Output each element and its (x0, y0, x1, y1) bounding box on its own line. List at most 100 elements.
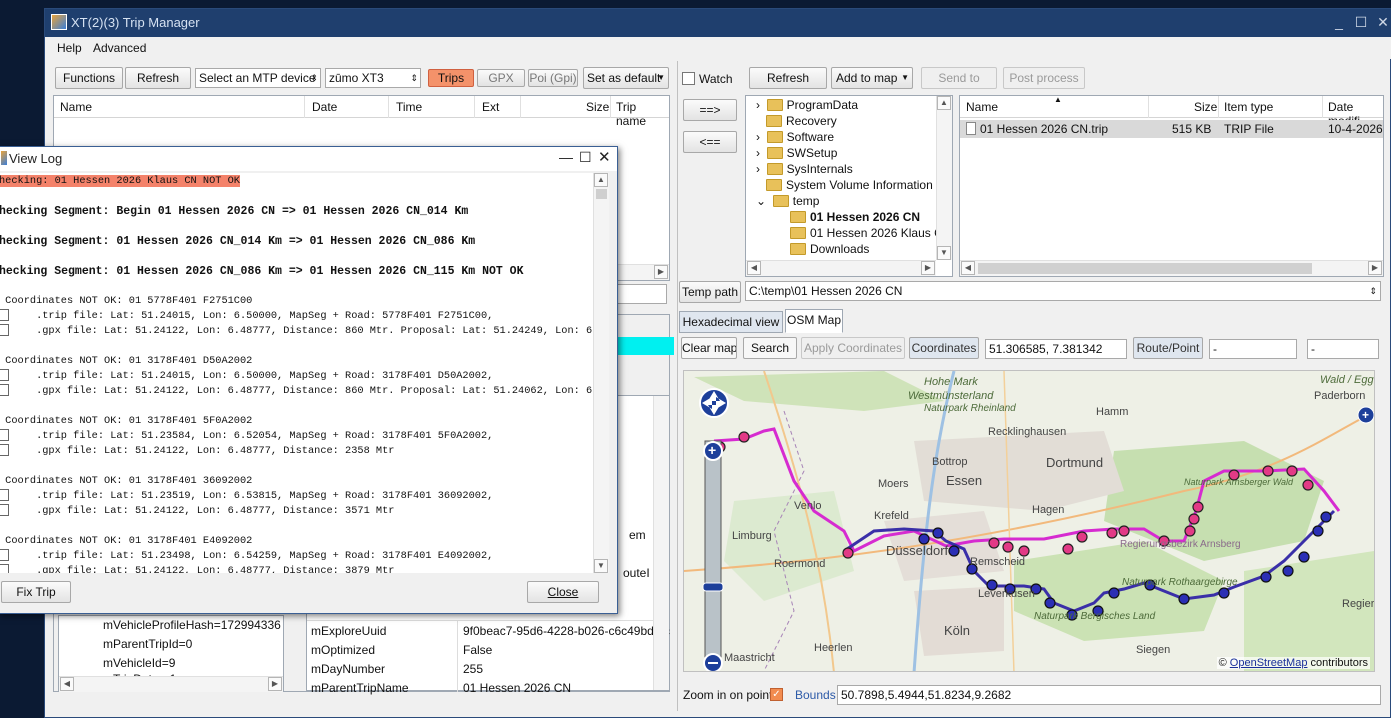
map-attribution: © OpenStreetMap contributors (1216, 657, 1370, 669)
osm-attribution-link[interactable]: OpenStreetMap (1230, 657, 1308, 669)
scroll-up-icon[interactable]: ▲ (594, 173, 608, 187)
minimize-icon[interactable]: — (559, 149, 573, 165)
zoom-handle[interactable] (702, 582, 724, 592)
route-point-field-2[interactable]: - (1307, 339, 1379, 359)
mtp-device-select[interactable]: Select an MTP device ⇕ (195, 68, 321, 88)
expand-icon: › (756, 146, 767, 160)
file-row[interactable]: 01 Hessen 2026 CN.trip 515 KB TRIP File … (960, 120, 1383, 138)
folder-icon (790, 211, 806, 223)
bounds-field[interactable]: 50.7898,5.4944,51.8234,9.2682 (837, 685, 1381, 705)
tab-osm-map[interactable]: OSM Map (785, 309, 843, 333)
temp-path-field[interactable]: C:\temp\01 Hessen 2026 CN ⇕ (745, 281, 1381, 301)
copy-left-button[interactable]: <== (683, 131, 737, 153)
model-select[interactable]: zūmo XT3 ⇕ (325, 68, 421, 88)
tree-folder-hessen-klaus[interactable]: 01 Hessen 2026 Klaus CN (790, 226, 951, 240)
refresh-button-left[interactable]: Refresh (125, 67, 191, 89)
scroll-right-icon[interactable]: ▶ (654, 265, 668, 279)
col-time[interactable]: Time (396, 100, 422, 114)
map-canvas[interactable]: Hohe Mark Westmünsterland Hamm Paderborn… (684, 371, 1375, 672)
minimize-icon[interactable]: _ (1329, 13, 1349, 31)
col-file-name[interactable]: Name (966, 100, 998, 114)
waypoint (1178, 593, 1190, 605)
tree-hscroll[interactable]: ◀ ▶ (746, 260, 936, 276)
log-vscroll[interactable]: ▲ ▼ (593, 173, 609, 573)
tree-folder-downloads[interactable]: Downloads (790, 242, 869, 256)
zoom-track[interactable] (704, 440, 722, 664)
coordinates-field[interactable]: 51.306585, 7.381342 (985, 339, 1127, 359)
dropdown-arrow-icon: ▼ (901, 73, 909, 82)
apply-coordinates-button[interactable]: Apply Coordinates (801, 337, 905, 359)
route-point-button[interactable]: Route/Point (1133, 337, 1203, 359)
close-icon[interactable]: ✕ (598, 148, 611, 166)
scroll-left-icon[interactable]: ◀ (60, 677, 74, 691)
tree-folder-programdata[interactable]: › ProgramData (756, 98, 858, 112)
add-to-map-button[interactable]: Add to map ▼ (831, 67, 913, 89)
maximize-icon[interactable]: ☐ (579, 149, 592, 166)
watch-checkbox[interactable] (682, 72, 695, 85)
scroll-thumb[interactable] (978, 263, 1312, 274)
osm-map[interactable]: Hohe Mark Westmünsterland Hamm Paderborn… (683, 370, 1375, 672)
maximize-icon[interactable]: ☐ (1351, 13, 1371, 31)
window-title: XT(2)(3) Trip Manager (71, 15, 200, 30)
zoom-on-point-checkbox[interactable]: ✓ (770, 688, 783, 701)
prop-value-2[interactable]: 255 (463, 662, 483, 676)
functions-button[interactable]: Functions (55, 67, 123, 89)
tree-folder-hessen[interactable]: 01 Hessen 2026 CN (790, 210, 920, 224)
map-pan-control[interactable] (699, 388, 729, 418)
col-file-size[interactable]: Size (1194, 100, 1217, 114)
trips-toggle[interactable]: Trips (428, 69, 474, 87)
tree-vscroll[interactable]: ▲ ▼ (936, 96, 952, 260)
copy-right-button[interactable]: ==> (683, 99, 737, 121)
map-zoom-slider[interactable]: + (702, 440, 724, 672)
gpx-toggle[interactable]: GPX (477, 69, 525, 87)
scroll-left-icon[interactable]: ◀ (961, 261, 975, 275)
tab-hexadecimal[interactable]: Hexadecimal view (679, 311, 783, 333)
col-name[interactable]: Name (60, 100, 92, 114)
tree-hscroll[interactable]: ◀ ▶ (59, 676, 283, 692)
file-table[interactable]: Name ▲ Size Item type Date modifi 01 Hes… (959, 95, 1384, 277)
col-size[interactable]: Size (586, 100, 609, 114)
tree-folder-swsetup[interactable]: › SWSetup (756, 146, 837, 160)
tree-folder-software[interactable]: › Software (756, 130, 834, 144)
search-button[interactable]: Search (743, 337, 797, 359)
prop-value-0[interactable]: 9f0beac7-95d6-4228-b026-c6c49bd9fc (463, 624, 670, 638)
fix-trip-button[interactable]: Fix Trip (1, 581, 71, 603)
property-tree[interactable]: mVehicleProfileHash=172994336 mParentTri… (58, 615, 284, 692)
temp-path-button[interactable]: Temp path (679, 281, 741, 303)
scroll-down-icon[interactable]: ▼ (937, 246, 951, 260)
tree-folder-temp[interactable]: ⌄ temp (756, 194, 819, 208)
menu-advanced[interactable]: Advanced (93, 41, 146, 55)
refresh-button-right[interactable]: Refresh (749, 67, 827, 89)
col-ext[interactable]: Ext (482, 100, 499, 114)
property-vscroll[interactable] (653, 396, 669, 690)
col-item-type[interactable]: Item type (1224, 100, 1273, 114)
send-to-button[interactable]: Send to (921, 67, 997, 89)
poi-toggle[interactable]: Poi (Gpi) (528, 69, 578, 87)
scroll-right-icon[interactable]: ▶ (268, 677, 282, 691)
coordinates-button[interactable]: Coordinates (909, 337, 979, 359)
clear-map-button[interactable]: Clear map (681, 337, 737, 359)
tree-folder-sysinternals[interactable]: › SysInternals (756, 162, 853, 176)
log-text-area[interactable]: hecking: 01 Hessen 2026 Klaus CN NOT OK … (0, 173, 593, 573)
tree-folder-sysvolinfo[interactable]: System Volume Information (756, 178, 933, 192)
prop-value-1[interactable]: False (463, 643, 492, 657)
route-point-field-1[interactable]: - (1209, 339, 1297, 359)
set-default-button[interactable]: Set as default ▼ (583, 67, 669, 89)
menu-help[interactable]: Help (57, 41, 82, 55)
scroll-thumb[interactable] (596, 189, 607, 199)
file-hscroll[interactable]: ◀ ▶ (960, 260, 1383, 276)
post-process-button[interactable]: Post process (1003, 67, 1085, 89)
tree-folder-recovery[interactable]: Recovery (756, 114, 837, 128)
folder-tree[interactable]: › ProgramData Recovery › Software › SWSe… (745, 95, 953, 277)
close-icon[interactable]: ✕ (1373, 13, 1391, 31)
scroll-right-icon[interactable]: ▶ (1368, 261, 1382, 275)
scroll-down-icon[interactable]: ▼ (594, 559, 608, 573)
close-button[interactable]: Close (527, 581, 599, 603)
prop-value-3[interactable]: 01 Hessen 2026 CN (463, 681, 571, 695)
scroll-left-icon[interactable]: ◀ (747, 261, 761, 275)
col-trip-name[interactable]: Trip name (616, 100, 669, 128)
col-date[interactable]: Date (312, 100, 337, 114)
scroll-up-icon[interactable]: ▲ (937, 96, 951, 110)
set-default-label: Set as default (587, 71, 661, 85)
scroll-right-icon[interactable]: ▶ (921, 261, 935, 275)
